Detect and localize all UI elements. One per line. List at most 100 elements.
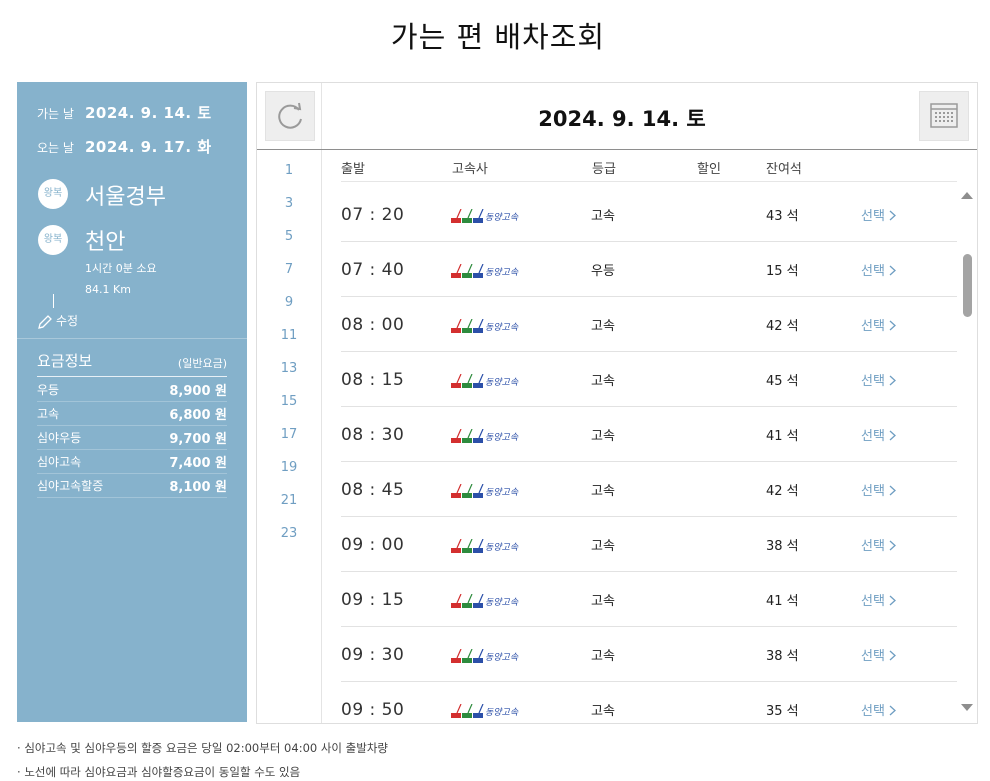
refresh-icon — [278, 102, 302, 129]
select-button[interactable]: 선택 — [861, 315, 897, 334]
bus-company-logo: 동양고속 — [451, 481, 518, 500]
select-button[interactable]: 선택 — [861, 425, 897, 444]
footnote-text: 노선에 따라 심야요금과 심야할증요금이 동일할 수도 있음 — [24, 765, 301, 779]
company-name: 동양고속 — [485, 268, 519, 278]
remaining-seats: 41 석 — [766, 429, 799, 444]
departure-time: 09 : 00 — [341, 535, 405, 555]
hour-link[interactable]: 3 — [257, 196, 321, 211]
select-label: 선택 — [861, 594, 885, 609]
select-label: 선택 — [861, 374, 885, 389]
company-mark-icon — [451, 208, 484, 223]
destination-badge: 왕복 — [38, 225, 68, 255]
select-button[interactable]: 선택 — [861, 700, 897, 719]
depart-date-value: 2024. 9. 14. 토 — [85, 104, 212, 122]
calendar-icon — [930, 103, 958, 128]
hour-link[interactable]: 13 — [257, 361, 321, 376]
remaining-seats: 15 석 — [766, 264, 799, 279]
edit-trip-button[interactable]: 수정 — [37, 312, 78, 330]
pencil-icon — [38, 314, 52, 329]
select-button[interactable]: 선택 — [861, 535, 897, 554]
panel-divider — [17, 338, 247, 339]
select-label: 선택 — [861, 264, 885, 279]
select-button[interactable]: 선택 — [861, 260, 897, 279]
scroll-down-icon[interactable] — [960, 700, 974, 714]
hour-link[interactable]: 17 — [257, 427, 321, 442]
bus-grade: 고속 — [591, 209, 615, 224]
fare-row: 고속 6,800 원 — [37, 402, 227, 426]
return-date-label: 오는 날 — [37, 141, 74, 155]
scrollbar-thumb[interactable] — [963, 254, 972, 317]
fare-price: 6,800 원 — [169, 408, 227, 423]
schedule-row: 07 : 40 동양고속 우등 15 석 선택 — [341, 242, 957, 297]
hour-column-divider — [321, 83, 322, 723]
schedule-row: 09 : 00 동양고속 고속 38 석 선택 — [341, 517, 957, 572]
hour-link[interactable]: 19 — [257, 460, 321, 475]
col-header-grade: 등급 — [592, 162, 616, 177]
company-name: 동양고속 — [485, 433, 519, 443]
calendar-button[interactable] — [919, 91, 969, 141]
bus-grade: 고속 — [591, 539, 615, 554]
hour-link[interactable]: 23 — [257, 526, 321, 541]
select-button[interactable]: 선택 — [861, 205, 897, 224]
return-date-value: 2024. 9. 17. 화 — [85, 138, 212, 156]
bus-company-logo: 동양고속 — [451, 316, 518, 335]
company-mark-icon — [451, 373, 484, 388]
depart-date-row: 가는 날 2024. 9. 14. 토 — [37, 102, 212, 123]
remaining-seats: 42 석 — [766, 319, 799, 334]
edit-trip-label: 수정 — [56, 314, 79, 328]
select-label: 선택 — [861, 484, 885, 499]
bus-grade: 고속 — [591, 594, 615, 609]
depart-date-label: 가는 날 — [37, 107, 74, 121]
col-header-depart: 출발 — [341, 162, 365, 177]
fare-row: 우등 8,900 원 — [37, 378, 227, 402]
company-mark-icon — [451, 263, 484, 278]
hour-link[interactable]: 1 — [257, 163, 321, 178]
schedule-row: 07 : 20 동양고속 고속 43 석 선택 — [341, 187, 957, 242]
schedule-date: 2024. 9. 14. 토 — [538, 107, 706, 131]
schedule-scrollbar[interactable] — [960, 189, 974, 717]
schedule-row: 08 : 45 동양고속 고속 42 석 선택 — [341, 462, 957, 517]
scroll-up-icon[interactable] — [960, 189, 974, 203]
select-label: 선택 — [861, 319, 885, 334]
departure-time: 08 : 00 — [341, 315, 405, 335]
hour-link[interactable]: 11 — [257, 328, 321, 343]
return-date-row: 오는 날 2024. 9. 17. 화 — [37, 136, 212, 157]
hour-link[interactable]: 5 — [257, 229, 321, 244]
remaining-seats: 45 석 — [766, 374, 799, 389]
bus-grade: 고속 — [591, 429, 615, 444]
bus-company-logo: 동양고속 — [451, 371, 518, 390]
select-label: 선택 — [861, 209, 885, 224]
select-label: 선택 — [861, 704, 885, 719]
hour-link[interactable]: 21 — [257, 493, 321, 508]
select-button[interactable]: 선택 — [861, 480, 897, 499]
schedule-row: 08 : 30 동양고속 고속 41 석 선택 — [341, 407, 957, 462]
select-button[interactable]: 선택 — [861, 590, 897, 609]
trip-distance: 84.1 Km — [85, 283, 131, 296]
select-button[interactable]: 선택 — [861, 645, 897, 664]
schedule-row: 09 : 50 동양고속 고속 35 석 선택 — [341, 682, 957, 723]
select-button[interactable]: 선택 — [861, 370, 897, 389]
company-name: 동양고속 — [485, 378, 519, 388]
schedule-row: 09 : 30 동양고속 고속 38 석 선택 — [341, 627, 957, 682]
fare-info-title: 요금정보 — [37, 352, 93, 370]
company-name: 동양고속 — [485, 708, 519, 718]
departure-time: 09 : 30 — [341, 645, 405, 665]
schedule-row: 08 : 15 동양고속 고속 45 석 선택 — [341, 352, 957, 407]
refresh-button[interactable] — [265, 91, 315, 141]
bus-grade: 고속 — [591, 374, 615, 389]
hour-link[interactable]: 9 — [257, 295, 321, 310]
chevron-right-icon — [889, 650, 896, 661]
fare-price: 9,700 원 — [169, 432, 227, 447]
hour-link[interactable]: 7 — [257, 262, 321, 277]
fare-grade: 고속 — [37, 407, 60, 421]
schedule-panel: 2024. 9. 14. 토 1 3 5 7 9 11 13 15 17 19 … — [256, 82, 978, 724]
company-mark-icon — [451, 318, 484, 333]
bus-grade: 고속 — [591, 319, 615, 334]
remaining-seats: 35 석 — [766, 704, 799, 719]
company-mark-icon — [451, 538, 484, 553]
departure-time: 08 : 15 — [341, 370, 405, 390]
chevron-right-icon — [889, 375, 896, 386]
col-header-company: 고속사 — [452, 162, 488, 177]
company-name: 동양고속 — [485, 213, 519, 223]
hour-link[interactable]: 15 — [257, 394, 321, 409]
